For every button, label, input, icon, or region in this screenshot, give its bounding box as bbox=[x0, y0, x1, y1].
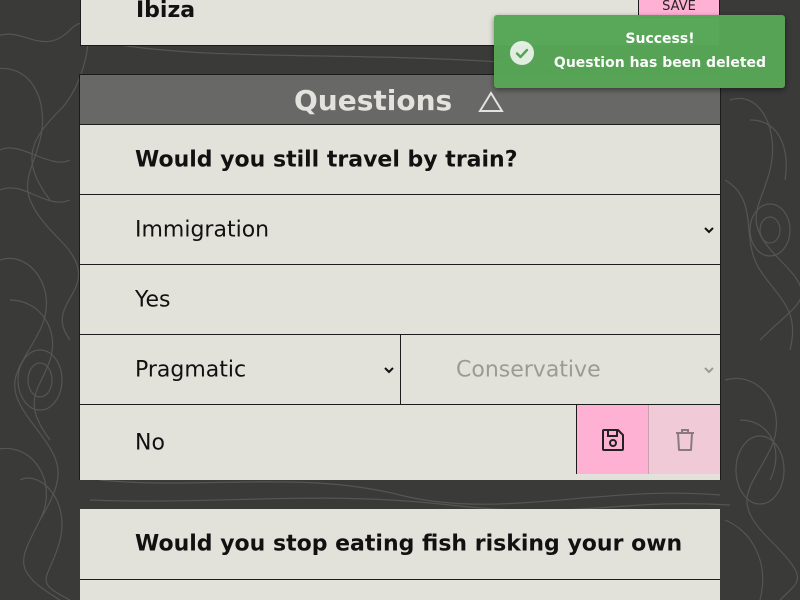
chevron-down-icon bbox=[704, 226, 714, 233]
questions-section: Questions Would you still travel by trai… bbox=[79, 74, 721, 480]
question-row[interactable]: Would you still travel by train? bbox=[80, 125, 720, 195]
no-answer-row: No bbox=[80, 405, 720, 480]
delete-question-button[interactable] bbox=[648, 405, 720, 474]
question-row-partial bbox=[80, 580, 720, 600]
triangle-up-icon[interactable] bbox=[477, 90, 505, 114]
floppy-disk-icon bbox=[602, 429, 624, 451]
success-toast[interactable]: Success! Question has been deleted bbox=[494, 15, 785, 88]
question-row[interactable]: Would you stop eating fish risking your … bbox=[80, 509, 720, 580]
trait-value: Pragmatic bbox=[135, 357, 247, 382]
question-text: Would you stop eating fish risking your … bbox=[135, 531, 690, 557]
yes-answer-field[interactable]: Yes bbox=[80, 265, 720, 335]
trait-row: Pragmatic Conservative bbox=[80, 335, 720, 405]
no-answer-text[interactable]: No bbox=[135, 430, 165, 455]
yes-answer-text: Yes bbox=[135, 287, 171, 312]
save-question-button[interactable] bbox=[576, 405, 648, 474]
chevron-down-icon bbox=[384, 366, 394, 373]
trait-alt-value: Conservative bbox=[456, 357, 601, 382]
chevron-down-icon bbox=[704, 366, 714, 373]
trait-alt-select[interactable]: Conservative bbox=[400, 335, 720, 404]
check-circle-icon bbox=[510, 41, 534, 65]
question-text: Would you still travel by train? bbox=[135, 147, 518, 172]
section-title: Questions bbox=[294, 84, 453, 117]
destination-name: Ibiza bbox=[136, 0, 196, 23]
category-value: Immigration bbox=[135, 217, 270, 242]
trait-select[interactable]: Pragmatic bbox=[80, 335, 401, 404]
trash-icon bbox=[676, 429, 694, 451]
category-select[interactable]: Immigration bbox=[80, 195, 720, 265]
toast-message: Question has been deleted bbox=[553, 55, 767, 71]
toast-title: Success! bbox=[625, 31, 695, 47]
